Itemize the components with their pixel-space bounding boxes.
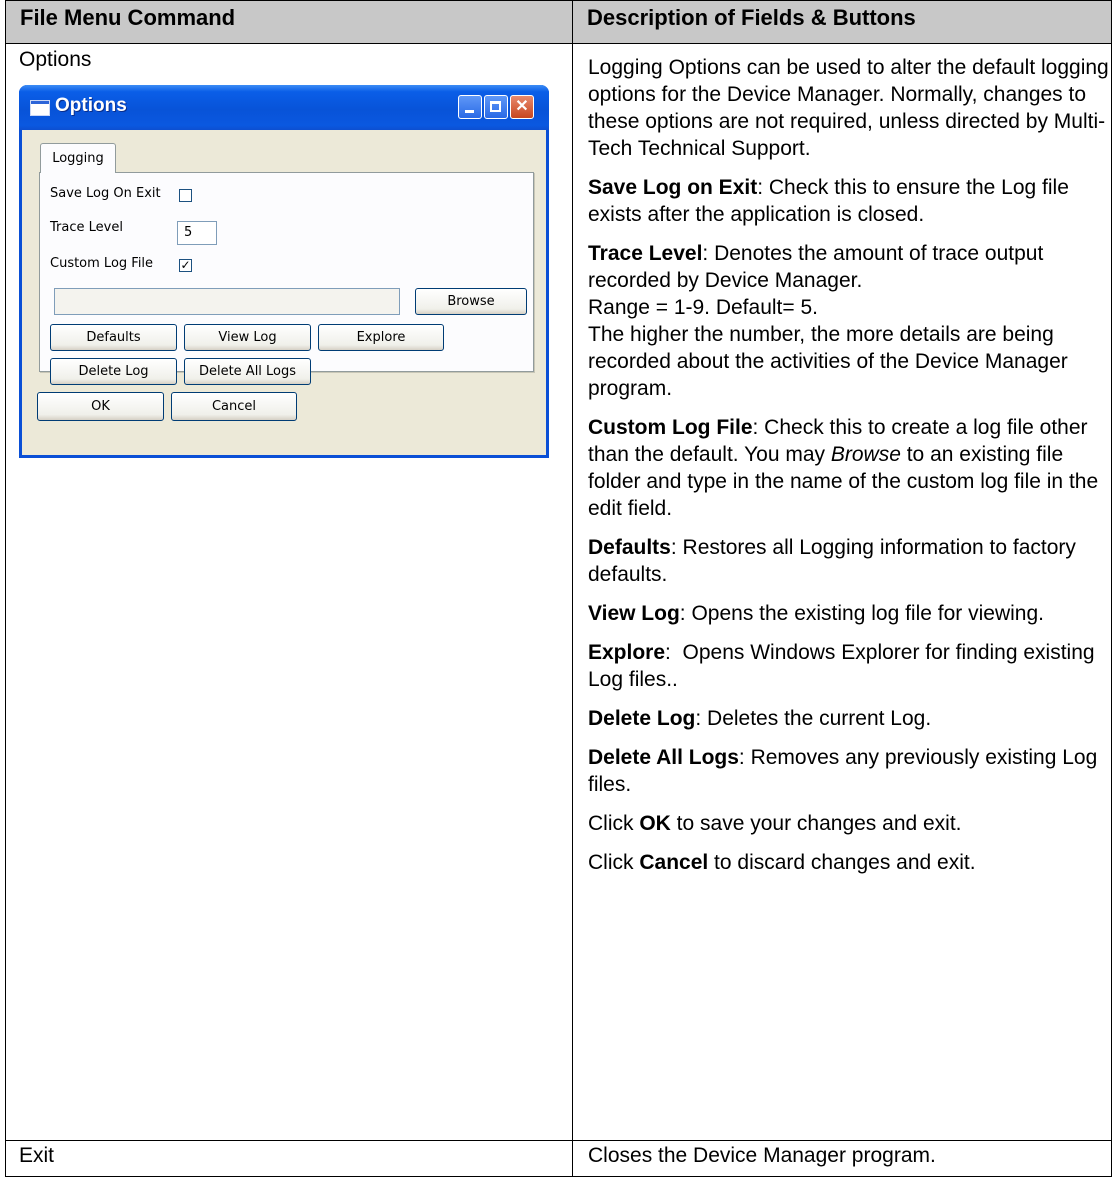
header-row: File Menu Command Description of Fields … xyxy=(5,0,1112,44)
save-log-description: Save Log on Exit: Check this to ensure t… xyxy=(588,174,1111,228)
intro-paragraph: Logging Options can be used to alter the… xyxy=(588,56,1109,160)
save-log-on-exit-label: Save Log On Exit xyxy=(50,186,161,201)
delete-all-logs-button[interactable]: Delete All Logs xyxy=(184,358,311,385)
custom-log-file-checkbox[interactable]: ✓ xyxy=(179,259,192,272)
explore-description: Explore: Opens Windows Explorer for find… xyxy=(588,639,1111,693)
custom-log-description: Custom Log File: Check this to create a … xyxy=(588,414,1111,522)
save-log-on-exit-checkbox[interactable] xyxy=(179,189,192,202)
trace-level-label: Trace Level xyxy=(50,220,123,235)
ok-pre: Click xyxy=(588,812,640,835)
delete-all-logs-description: Delete All Logs: Removes any previously … xyxy=(588,744,1111,798)
minimize-icon xyxy=(465,110,474,113)
options-description-cell: Logging Options can be used to alter the… xyxy=(572,43,1112,1141)
explore-button[interactable]: Explore xyxy=(318,324,444,351)
delete-log-description: Delete Log: Deletes the current Log. xyxy=(588,705,1111,732)
command-table: File Menu Command Description of Fields … xyxy=(5,0,1112,1177)
window-icon xyxy=(30,100,50,116)
defaults-button[interactable]: Defaults xyxy=(50,324,177,351)
dialog-titlebar[interactable]: Options ✕ xyxy=(19,85,549,130)
dialog-client: Logging Save Log On Exit Trace Level 5 C… xyxy=(22,130,546,455)
view-log-term: View Log xyxy=(588,602,680,625)
dialog-title: Options xyxy=(55,95,127,116)
document-page: File Menu Command Description of Fields … xyxy=(5,0,1112,1179)
browse-button[interactable]: Browse xyxy=(415,288,527,315)
options-label: Options xyxy=(19,48,92,71)
explore-text: : Opens Windows Explorer for finding exi… xyxy=(588,641,1101,691)
cancel-text: to discard changes and exit. xyxy=(708,851,976,874)
trace-level-text-3: The higher the number, the more details … xyxy=(588,323,1068,400)
options-row: Options Options ✕ Logging Save Log On Ex… xyxy=(5,43,1112,1141)
trace-level-term: Trace Level xyxy=(588,242,703,265)
close-icon: ✕ xyxy=(515,98,529,115)
trace-level-text-2: Range = 1-9. Default= 5. xyxy=(588,296,818,319)
delete-log-button[interactable]: Delete Log xyxy=(50,358,177,385)
delete-all-logs-term: Delete All Logs xyxy=(588,746,739,769)
custom-log-file-label: Custom Log File xyxy=(50,256,154,271)
exit-label: Exit xyxy=(5,1140,573,1177)
delete-log-text: : Deletes the current Log. xyxy=(695,707,932,730)
ok-term: OK xyxy=(639,812,671,835)
ok-button[interactable]: OK xyxy=(37,392,164,421)
trace-level-input[interactable]: 5 xyxy=(177,221,217,245)
defaults-term: Defaults xyxy=(588,536,671,559)
minimize-button[interactable] xyxy=(458,95,482,119)
maximize-icon xyxy=(490,101,501,112)
cancel-pre: Click xyxy=(588,851,640,874)
tab-logging[interactable]: Logging xyxy=(40,143,116,173)
cancel-description: Click Cancel to discard changes and exit… xyxy=(588,849,1111,876)
custom-log-browse: Browse xyxy=(830,443,901,466)
maximize-button[interactable] xyxy=(484,95,508,119)
cancel-term: Cancel xyxy=(639,851,709,874)
trace-level-description: Trace Level: Denotes the amount of trace… xyxy=(588,240,1111,402)
explore-term: Explore xyxy=(588,641,666,664)
custom-log-term: Custom Log File xyxy=(588,416,753,439)
delete-log-term: Delete Log xyxy=(588,707,696,730)
ok-text: to save your changes and exit. xyxy=(670,812,962,835)
exit-row: Exit Closes the Device Manager program. xyxy=(5,1140,1112,1177)
exit-description: Closes the Device Manager program. xyxy=(572,1140,1112,1177)
options-cell: Options Options ✕ Logging Save Log On Ex… xyxy=(5,43,573,1141)
logging-panel: Save Log On Exit Trace Level 5 Custom Lo… xyxy=(39,172,534,385)
cancel-button[interactable]: Cancel xyxy=(171,392,297,421)
custom-log-file-path-input[interactable] xyxy=(54,288,400,315)
view-log-description: View Log: Opens the existing log file fo… xyxy=(588,600,1111,627)
ok-description: Click OK to save your changes and exit. xyxy=(588,810,1111,837)
defaults-description: Defaults: Restores all Logging informati… xyxy=(588,534,1111,588)
options-dialog: Options ✕ Logging Save Log On Exit Trace… xyxy=(19,85,549,458)
header-description: Description of Fields & Buttons xyxy=(572,0,1112,44)
save-log-term: Save Log on Exit xyxy=(588,176,758,199)
header-command: File Menu Command xyxy=(5,0,573,44)
close-button[interactable]: ✕ xyxy=(510,95,534,119)
view-log-button[interactable]: View Log xyxy=(184,324,311,351)
view-log-text: : Opens the existing log file for viewin… xyxy=(679,602,1044,625)
